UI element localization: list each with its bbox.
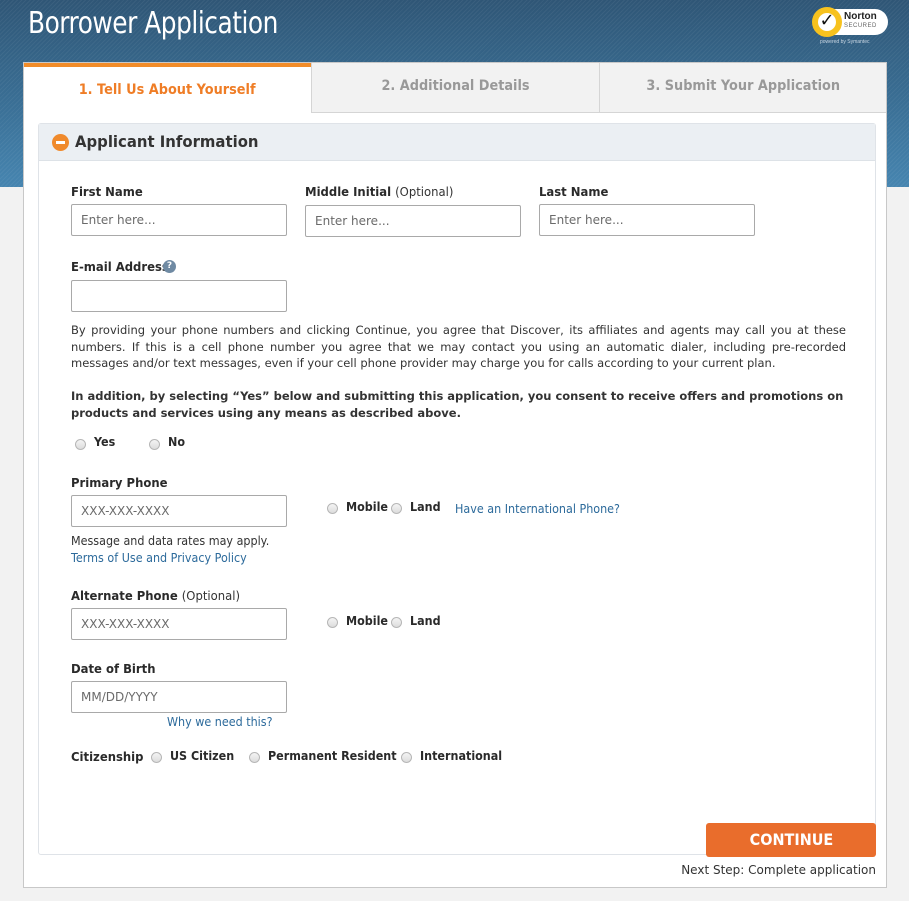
citizenship-us-radio[interactable] (151, 752, 162, 763)
norton-check-icon: ✓ (812, 7, 842, 37)
alternate-phone-label: Alternate Phone (Optional) (71, 588, 240, 603)
why-we-need-this-link[interactable]: Why we need this? (167, 715, 273, 729)
citizenship-us-label[interactable]: US Citizen (170, 749, 234, 763)
primary-phone-mobile-radio[interactable] (327, 503, 338, 514)
consent-no-radio[interactable] (149, 439, 160, 450)
consent-yes-radio[interactable] (75, 439, 86, 450)
alternate-phone-label-text: Alternate Phone (71, 588, 178, 603)
tab-additional-details[interactable]: 2. Additional Details (311, 63, 599, 113)
terms-privacy-link[interactable]: Terms of Use and Privacy Policy (71, 551, 247, 565)
next-step-note: Next Step: Complete application (681, 863, 876, 877)
step-tabs: 1. Tell Us About Yourself 2. Additional … (24, 63, 886, 113)
norton-powered-by: powered by Symantec (820, 39, 870, 45)
dob-label: Date of Birth (71, 661, 156, 676)
citizenship-label: Citizenship (71, 749, 144, 764)
middle-initial-label: Middle Initial (Optional) (305, 184, 453, 199)
section-header[interactable]: Applicant Information (39, 124, 875, 161)
applicant-information-section: Applicant Information First Name Middle … (38, 123, 876, 855)
citizenship-international-label[interactable]: International (420, 749, 502, 763)
norton-secured-badge[interactable]: ✓ Norton SECURED powered by Symantec (812, 7, 890, 47)
help-question-icon[interactable]: ? (163, 260, 176, 273)
international-phone-link[interactable]: Have an International Phone? (455, 502, 620, 516)
alternate-phone-land-label[interactable]: Land (410, 614, 441, 628)
page-title: Borrower Application (28, 6, 278, 41)
alternate-phone-mobile-label[interactable]: Mobile (346, 614, 388, 628)
tab-label: 1. Tell Us About Yourself (79, 82, 256, 98)
section-title: Applicant Information (75, 132, 259, 151)
primary-phone-label: Primary Phone (71, 475, 168, 490)
tab-label: 2. Additional Details (381, 78, 530, 94)
primary-phone-land-label[interactable]: Land (410, 500, 441, 514)
last-name-input[interactable] (539, 204, 755, 236)
primary-phone-input[interactable] (71, 495, 287, 527)
first-name-input[interactable] (71, 204, 287, 236)
alternate-phone-mobile-radio[interactable] (327, 617, 338, 628)
tab-tell-us-about-yourself[interactable]: 1. Tell Us About Yourself (24, 63, 311, 113)
rates-note: Message and data rates may apply. (71, 534, 270, 548)
tab-label: 3. Submit Your Application (646, 78, 840, 94)
phone-disclaimer: By providing your phone numbers and clic… (71, 323, 846, 370)
citizenship-international-radio[interactable] (401, 752, 412, 763)
application-card: 1. Tell Us About Yourself 2. Additional … (23, 62, 887, 888)
dob-input[interactable] (71, 681, 287, 713)
alternate-phone-land-radio[interactable] (391, 617, 402, 628)
continue-label: CONTINUE (749, 830, 833, 849)
email-input[interactable] (71, 280, 287, 312)
norton-tagline: SECURED (844, 23, 877, 29)
primary-phone-land-radio[interactable] (391, 503, 402, 514)
first-name-label: First Name (71, 184, 143, 199)
consent-no-label[interactable]: No (168, 435, 185, 449)
citizenship-permanent-resident-label[interactable]: Permanent Resident (268, 749, 397, 763)
primary-phone-mobile-label[interactable]: Mobile (346, 500, 388, 514)
middle-initial-label-text: Middle Initial (305, 184, 392, 199)
optional-tag: (Optional) (181, 588, 240, 603)
optional-tag: (Optional) (395, 184, 454, 199)
alternate-phone-input[interactable] (71, 608, 287, 640)
consent-text: In addition, by selecting “Yes” below an… (71, 389, 844, 420)
norton-brand: Norton (844, 11, 877, 22)
collapse-minus-icon[interactable] (52, 134, 69, 151)
last-name-label: Last Name (539, 184, 609, 199)
middle-initial-input[interactable] (305, 205, 521, 237)
citizenship-permanent-resident-radio[interactable] (249, 752, 260, 763)
email-label: E-mail Address (71, 259, 169, 274)
continue-button[interactable]: CONTINUE (706, 823, 876, 857)
tab-submit-application[interactable]: 3. Submit Your Application (599, 63, 886, 113)
consent-yes-label[interactable]: Yes (94, 435, 115, 449)
